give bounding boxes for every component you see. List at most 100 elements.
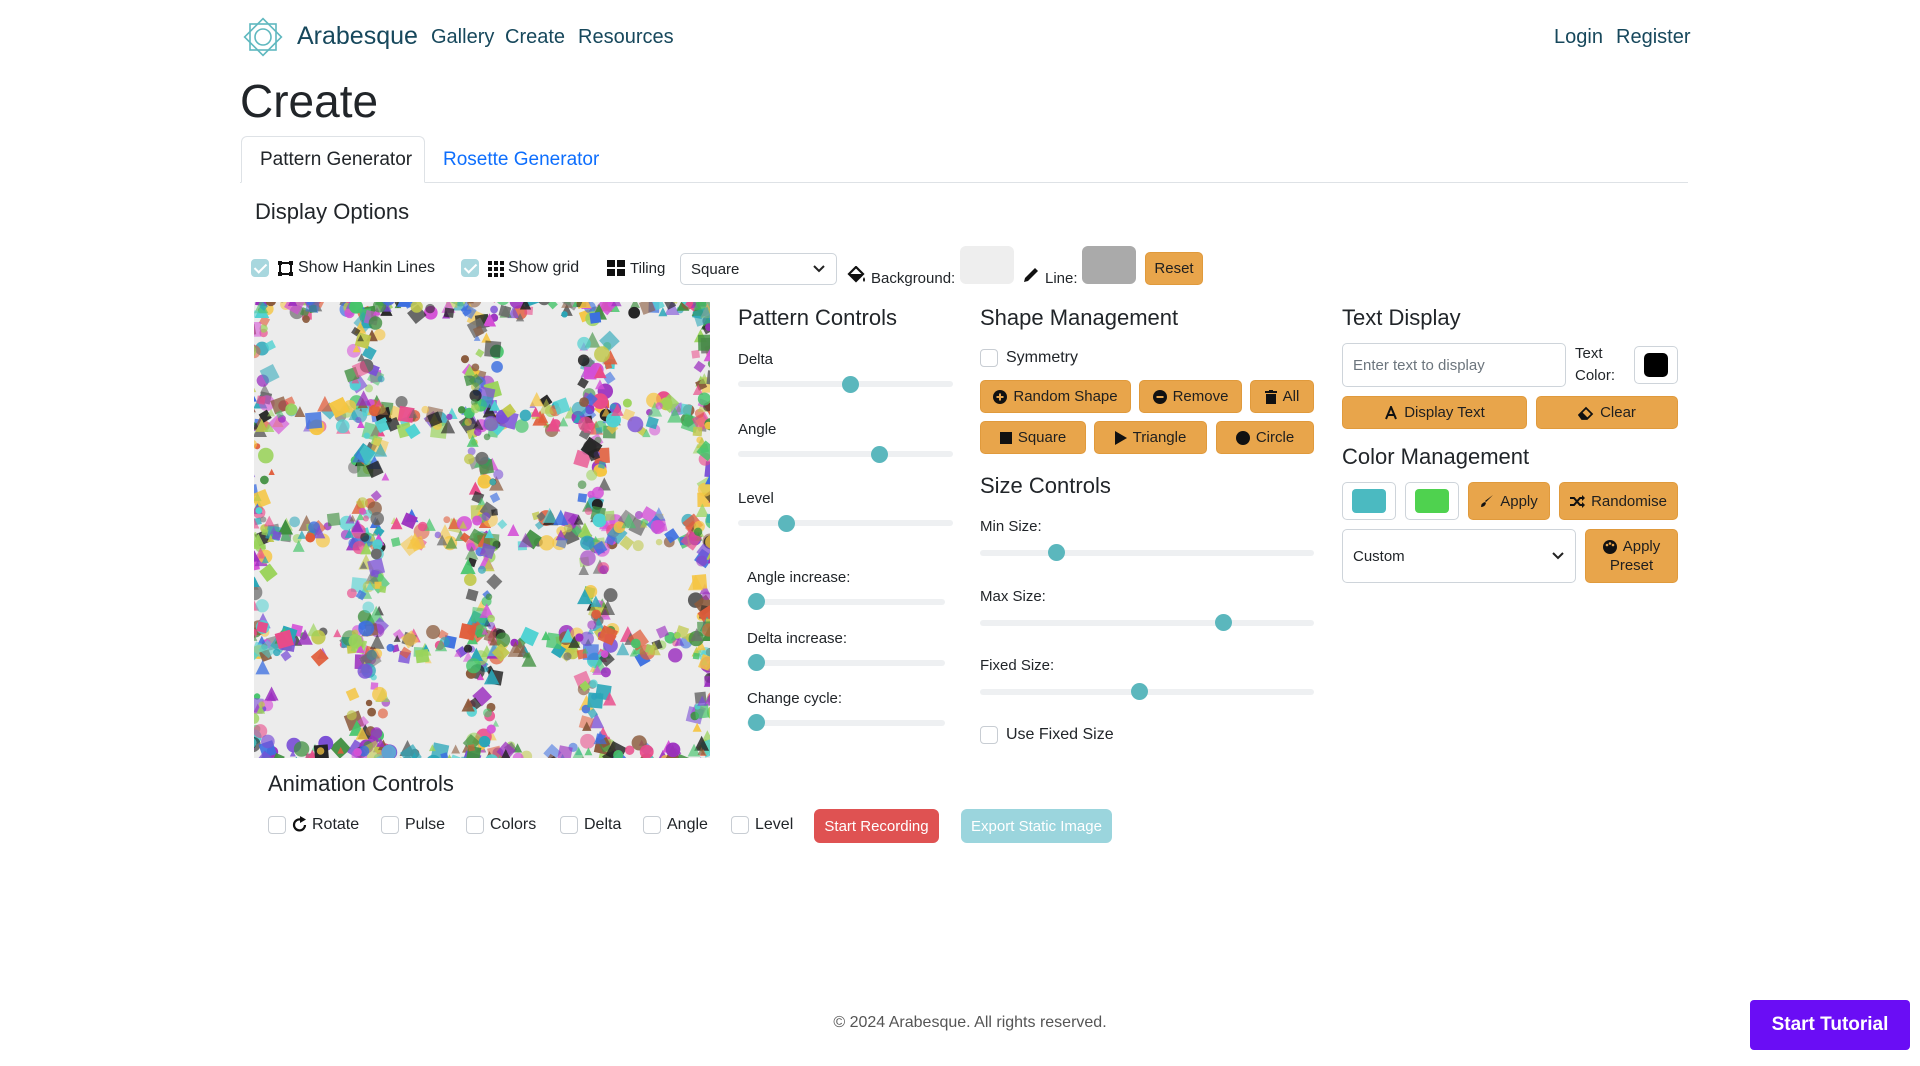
export-static-image-button[interactable]: Export Static Image xyxy=(961,809,1112,843)
nav-link-login[interactable]: Login xyxy=(1554,26,1603,49)
change-cycle-track[interactable] xyxy=(747,720,945,726)
use-fixed-size-label: Use Fixed Size xyxy=(1006,726,1114,743)
delta-increase-track[interactable] xyxy=(747,660,945,666)
delta-anim-label: Delta xyxy=(584,816,622,833)
nav-link-create[interactable]: Create xyxy=(505,26,565,49)
angle-slider-track[interactable] xyxy=(738,451,953,457)
tiling-select-value: Square xyxy=(691,260,740,278)
angle-anim-checkbox[interactable] xyxy=(643,816,661,834)
angle-increase-thumb[interactable] xyxy=(748,593,765,610)
level-anim-label: Level xyxy=(755,816,794,833)
min-size-label: Min Size: xyxy=(980,518,1042,535)
rotate-label: Rotate xyxy=(312,816,360,833)
pulse-checkbox[interactable] xyxy=(381,816,399,834)
randomise-button[interactable]: Randomise xyxy=(1559,482,1678,520)
pulse-label: Pulse xyxy=(405,816,446,833)
remove-all-button[interactable]: All xyxy=(1250,380,1314,413)
clear-text-label: Clear xyxy=(1600,404,1636,421)
nav-link-resources[interactable]: Resources xyxy=(578,26,674,49)
text-display-heading: Text Display xyxy=(1342,305,1461,330)
angle-increase-track[interactable] xyxy=(747,599,945,605)
brand-name[interactable]: Arabesque xyxy=(297,22,418,51)
apply-preset-label-1: Apply xyxy=(1622,538,1661,555)
delta-anim-checkbox[interactable] xyxy=(560,816,578,834)
colors-checkbox[interactable] xyxy=(466,816,484,834)
chevron-down-icon xyxy=(1552,552,1564,560)
text-color-swatch xyxy=(1644,353,1668,377)
show-grid-checkbox[interactable] xyxy=(461,259,479,277)
apply-colors-label: Apply xyxy=(1500,492,1538,510)
line-label: Line: xyxy=(1045,270,1078,287)
circle-icon xyxy=(1235,430,1250,445)
text-color-label-line1: Text xyxy=(1575,345,1603,362)
apply-preset-label-2: Preset xyxy=(1609,557,1654,574)
text-color-picker[interactable] xyxy=(1634,346,1678,384)
change-cycle-thumb[interactable] xyxy=(748,714,765,731)
delta-increase-thumb[interactable] xyxy=(748,654,765,671)
remove-all-label: All xyxy=(1282,388,1300,405)
shape-management-heading: Shape Management xyxy=(980,305,1179,330)
color-preset-select[interactable]: Custom xyxy=(1342,529,1576,583)
triangle-icon xyxy=(1114,430,1127,445)
random-shape-button[interactable]: Random Shape xyxy=(980,380,1131,413)
level-slider-thumb[interactable] xyxy=(778,515,795,532)
delta-slider-thumb[interactable] xyxy=(842,376,859,393)
min-size-thumb[interactable] xyxy=(1048,544,1065,561)
show-grid-label: Show grid xyxy=(508,259,580,276)
add-triangle-button[interactable]: Triangle xyxy=(1094,421,1207,454)
background-label: Background: xyxy=(871,270,956,287)
font-icon xyxy=(1385,405,1398,419)
randomise-label: Randomise xyxy=(1591,492,1667,510)
symmetry-checkbox[interactable] xyxy=(980,349,998,367)
line-color-swatch[interactable] xyxy=(1082,246,1136,284)
text-color-label-line2: Color: xyxy=(1575,367,1616,384)
pencil-icon xyxy=(1024,268,1038,282)
square-icon xyxy=(999,431,1012,444)
remove-button[interactable]: Remove xyxy=(1139,380,1242,413)
arabesque-logo-icon[interactable] xyxy=(240,14,286,60)
brush-icon xyxy=(1481,495,1494,507)
nav-link-gallery[interactable]: Gallery xyxy=(431,26,494,49)
background-color-swatch[interactable] xyxy=(960,246,1014,284)
pattern-shapes xyxy=(254,302,710,758)
add-circle-button[interactable]: Circle xyxy=(1216,421,1314,454)
display-text-button[interactable]: Display Text xyxy=(1342,396,1527,429)
level-slider-track[interactable] xyxy=(738,520,953,526)
footer-copyright: © 2024 Arabesque. All rights reserved. xyxy=(833,1014,1107,1031)
start-recording-button[interactable]: Start Recording xyxy=(814,809,939,843)
tiling-select[interactable]: Square xyxy=(680,253,837,285)
show-hankin-lines-checkbox[interactable] xyxy=(251,259,269,277)
use-fixed-size-checkbox[interactable] xyxy=(980,726,998,744)
add-square-button[interactable]: Square xyxy=(980,421,1086,454)
random-shape-label: Random Shape xyxy=(1013,388,1118,405)
color-picker-2[interactable] xyxy=(1405,482,1459,520)
eraser-icon xyxy=(1578,406,1594,420)
nav-link-register[interactable]: Register xyxy=(1616,26,1690,49)
fixed-size-thumb[interactable] xyxy=(1131,683,1148,700)
shuffle-icon xyxy=(1570,494,1586,508)
display-text-input[interactable]: Enter text to display xyxy=(1342,343,1566,387)
angle-slider-label: Angle xyxy=(738,421,777,438)
size-controls-heading: Size Controls xyxy=(980,473,1111,498)
display-text-label: Display Text xyxy=(1404,404,1485,421)
apply-colors-button[interactable]: Apply xyxy=(1468,482,1550,520)
level-anim-checkbox[interactable] xyxy=(731,816,749,834)
tab-rosette-generator[interactable]: Rosette Generator xyxy=(425,136,617,183)
grid-icon xyxy=(488,261,504,277)
color-picker-1[interactable] xyxy=(1342,482,1396,520)
angle-increase-label: Angle increase: xyxy=(747,569,851,586)
min-size-track[interactable] xyxy=(980,550,1314,556)
angle-slider-thumb[interactable] xyxy=(871,446,888,463)
pattern-canvas[interactable] xyxy=(254,302,710,758)
tab-pattern-generator[interactable]: Pattern Generator xyxy=(241,136,425,183)
start-tutorial-button[interactable]: Start Tutorial xyxy=(1750,1000,1910,1050)
apply-preset-button[interactable]: Apply Preset xyxy=(1585,529,1678,583)
color-2-swatch xyxy=(1415,489,1449,513)
show-hankin-lines-label: Show Hankin Lines xyxy=(298,259,435,276)
reset-button[interactable]: Reset xyxy=(1145,252,1203,285)
remove-label: Remove xyxy=(1172,388,1229,405)
max-size-track[interactable] xyxy=(980,620,1314,626)
rotate-checkbox[interactable] xyxy=(268,816,286,834)
clear-text-button[interactable]: Clear xyxy=(1536,396,1678,429)
max-size-thumb[interactable] xyxy=(1215,614,1232,631)
